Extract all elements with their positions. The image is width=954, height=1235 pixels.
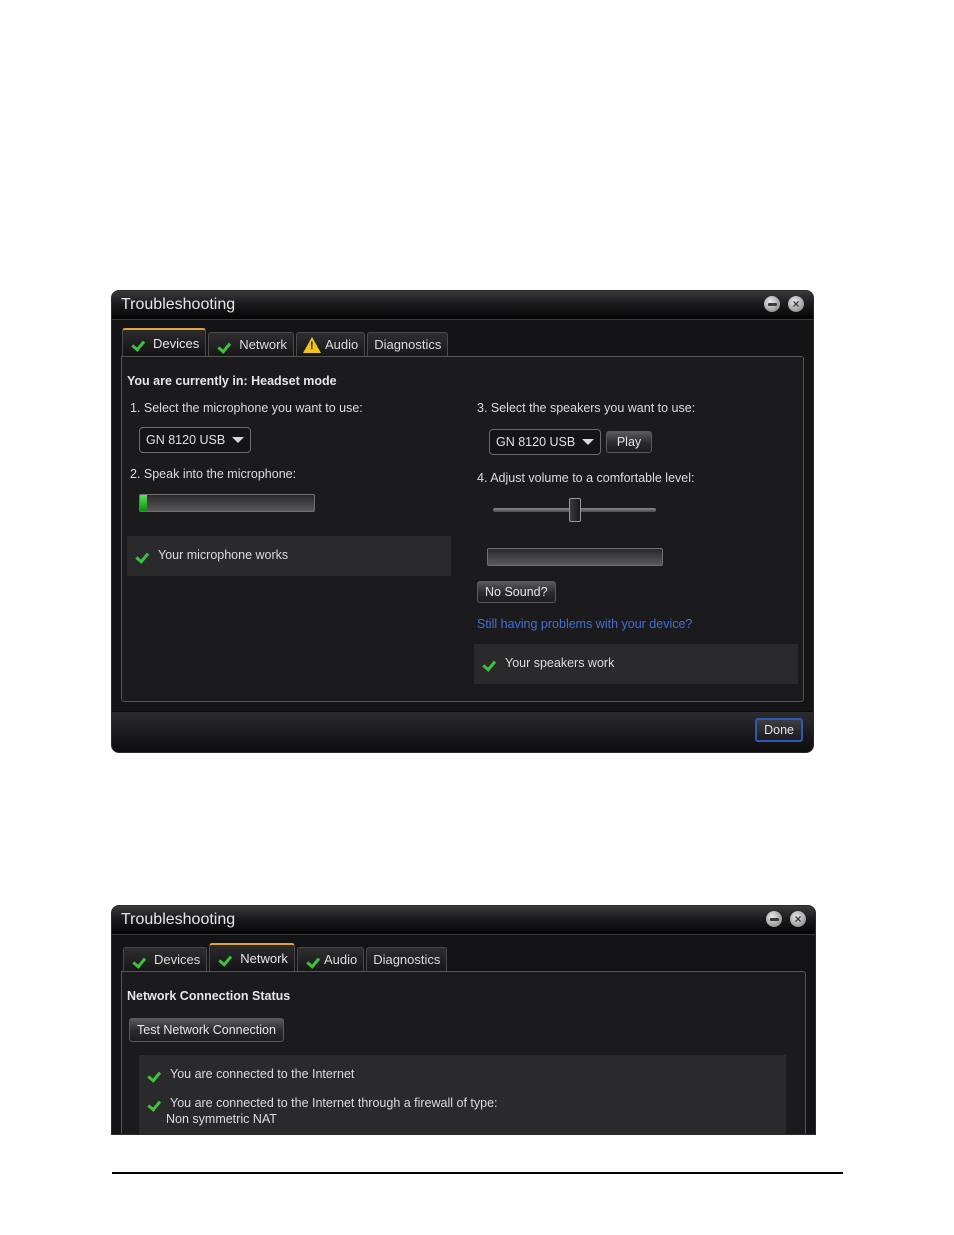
tab-label: Audio [324, 337, 359, 352]
minimize-button[interactable] [766, 911, 782, 927]
check-icon [129, 337, 145, 349]
dialog-footer: Done [112, 711, 813, 752]
check-icon [304, 954, 320, 966]
network-results-box: You are connected to the Internet You ar… [139, 1055, 786, 1134]
devices-panel: You are currently in: Headset mode 1. Se… [121, 356, 804, 702]
speak-step-label: 2. Speak into the microphone: [130, 467, 297, 481]
dialog-title: Troubleshooting [121, 296, 236, 313]
page-divider [112, 1172, 843, 1174]
microphone-status: Your microphone works [133, 548, 288, 562]
network-result: You are connected to the Internet [145, 1067, 354, 1081]
speakers-status-text: Your speakers work [505, 656, 615, 670]
tab-bar: Devices Network Audio Diagnostics [123, 943, 449, 971]
microphone-status-text: Your microphone works [158, 548, 289, 562]
tab-audio[interactable]: Audio [296, 947, 365, 971]
minimize-icon [767, 302, 777, 306]
test-network-button[interactable]: Test Network Connection [129, 1018, 284, 1042]
minimize-icon [769, 917, 779, 921]
tab-diagnostics[interactable]: Diagnostics [367, 332, 449, 356]
check-icon [145, 1097, 161, 1109]
speaker-level-meter [487, 548, 663, 566]
done-button[interactable]: Done [755, 718, 803, 742]
warning-icon [302, 336, 321, 353]
tab-label: Network [239, 337, 287, 352]
title-bar[interactable]: Troubleshooting × [112, 291, 813, 320]
check-icon [216, 952, 232, 964]
speakers-selected: GN 8120 USB [496, 435, 576, 449]
tab-bar: Devices Network Audio Diagnostics [122, 328, 450, 356]
device-help-link[interactable]: Still having problems with your device? [477, 617, 692, 631]
speakers-status: Your speakers work [480, 656, 614, 670]
tab-label: Network [240, 950, 288, 966]
title-bar[interactable]: Troubleshooting × [112, 906, 815, 935]
network-result-text: You are connected to the Internet throug… [170, 1096, 498, 1110]
minimize-button[interactable] [764, 296, 780, 312]
troubleshooting-dialog-network: Troubleshooting × Devices Network Audio … [112, 906, 815, 1134]
tab-devices[interactable]: Devices [122, 328, 207, 356]
close-button[interactable]: × [790, 911, 806, 927]
check-icon [480, 657, 496, 669]
no-sound-button[interactable]: No Sound? [477, 581, 556, 603]
network-panel: Network Connection Status Test Network C… [121, 971, 806, 1134]
play-button[interactable]: Play [606, 431, 652, 453]
tab-label: Audio [323, 952, 358, 967]
microphone-status-box: Your microphone works [127, 536, 451, 576]
network-result: You are connected to the Internet throug… [145, 1096, 498, 1110]
tab-label: Devices [153, 335, 200, 351]
network-result-text: You are connected to the Internet [170, 1067, 355, 1081]
close-icon: × [792, 297, 800, 311]
volume-slider[interactable] [493, 498, 656, 522]
check-icon [145, 1068, 161, 1080]
microphone-dropdown[interactable]: GN 8120 USB [139, 427, 252, 453]
speakers-step-label: 3. Select the speakers you want to use: [477, 401, 696, 415]
tab-network[interactable]: Network [209, 943, 295, 971]
troubleshooting-dialog-devices: Troubleshooting × Devices Network Audio … [112, 291, 813, 752]
chevron-down-icon [232, 437, 245, 443]
speakers-dropdown[interactable]: GN 8120 USB [489, 429, 602, 455]
tab-audio[interactable]: Audio [295, 332, 366, 356]
check-icon [215, 339, 231, 351]
volume-slider-thumb[interactable] [568, 498, 581, 522]
volume-step-label: 4. Adjust volume to a comfortable level: [477, 471, 695, 485]
close-icon: × [794, 912, 802, 926]
dialog-title: Troubleshooting [121, 911, 236, 928]
microphone-step-label: 1. Select the microphone you want to use… [130, 401, 363, 415]
mode-text: You are currently in: Headset mode [127, 374, 337, 388]
network-heading: Network Connection Status [127, 989, 291, 1003]
chevron-down-icon [582, 439, 595, 445]
close-button[interactable]: × [788, 296, 804, 312]
firewall-type: Non symmetric NAT [166, 1112, 277, 1126]
microphone-level-fill [140, 495, 147, 511]
tab-devices[interactable]: Devices [123, 947, 208, 971]
tab-network[interactable]: Network [208, 332, 294, 356]
tab-label: Diagnostics [373, 952, 441, 967]
microphone-level-meter [139, 494, 315, 512]
microphone-selected: GN 8120 USB [146, 433, 226, 447]
tab-label: Devices [154, 952, 201, 967]
speakers-status-box: Your speakers work [474, 644, 798, 684]
check-icon [130, 954, 146, 966]
tab-diagnostics[interactable]: Diagnostics [366, 947, 448, 971]
check-icon [133, 549, 149, 561]
tab-label: Diagnostics [374, 337, 442, 352]
